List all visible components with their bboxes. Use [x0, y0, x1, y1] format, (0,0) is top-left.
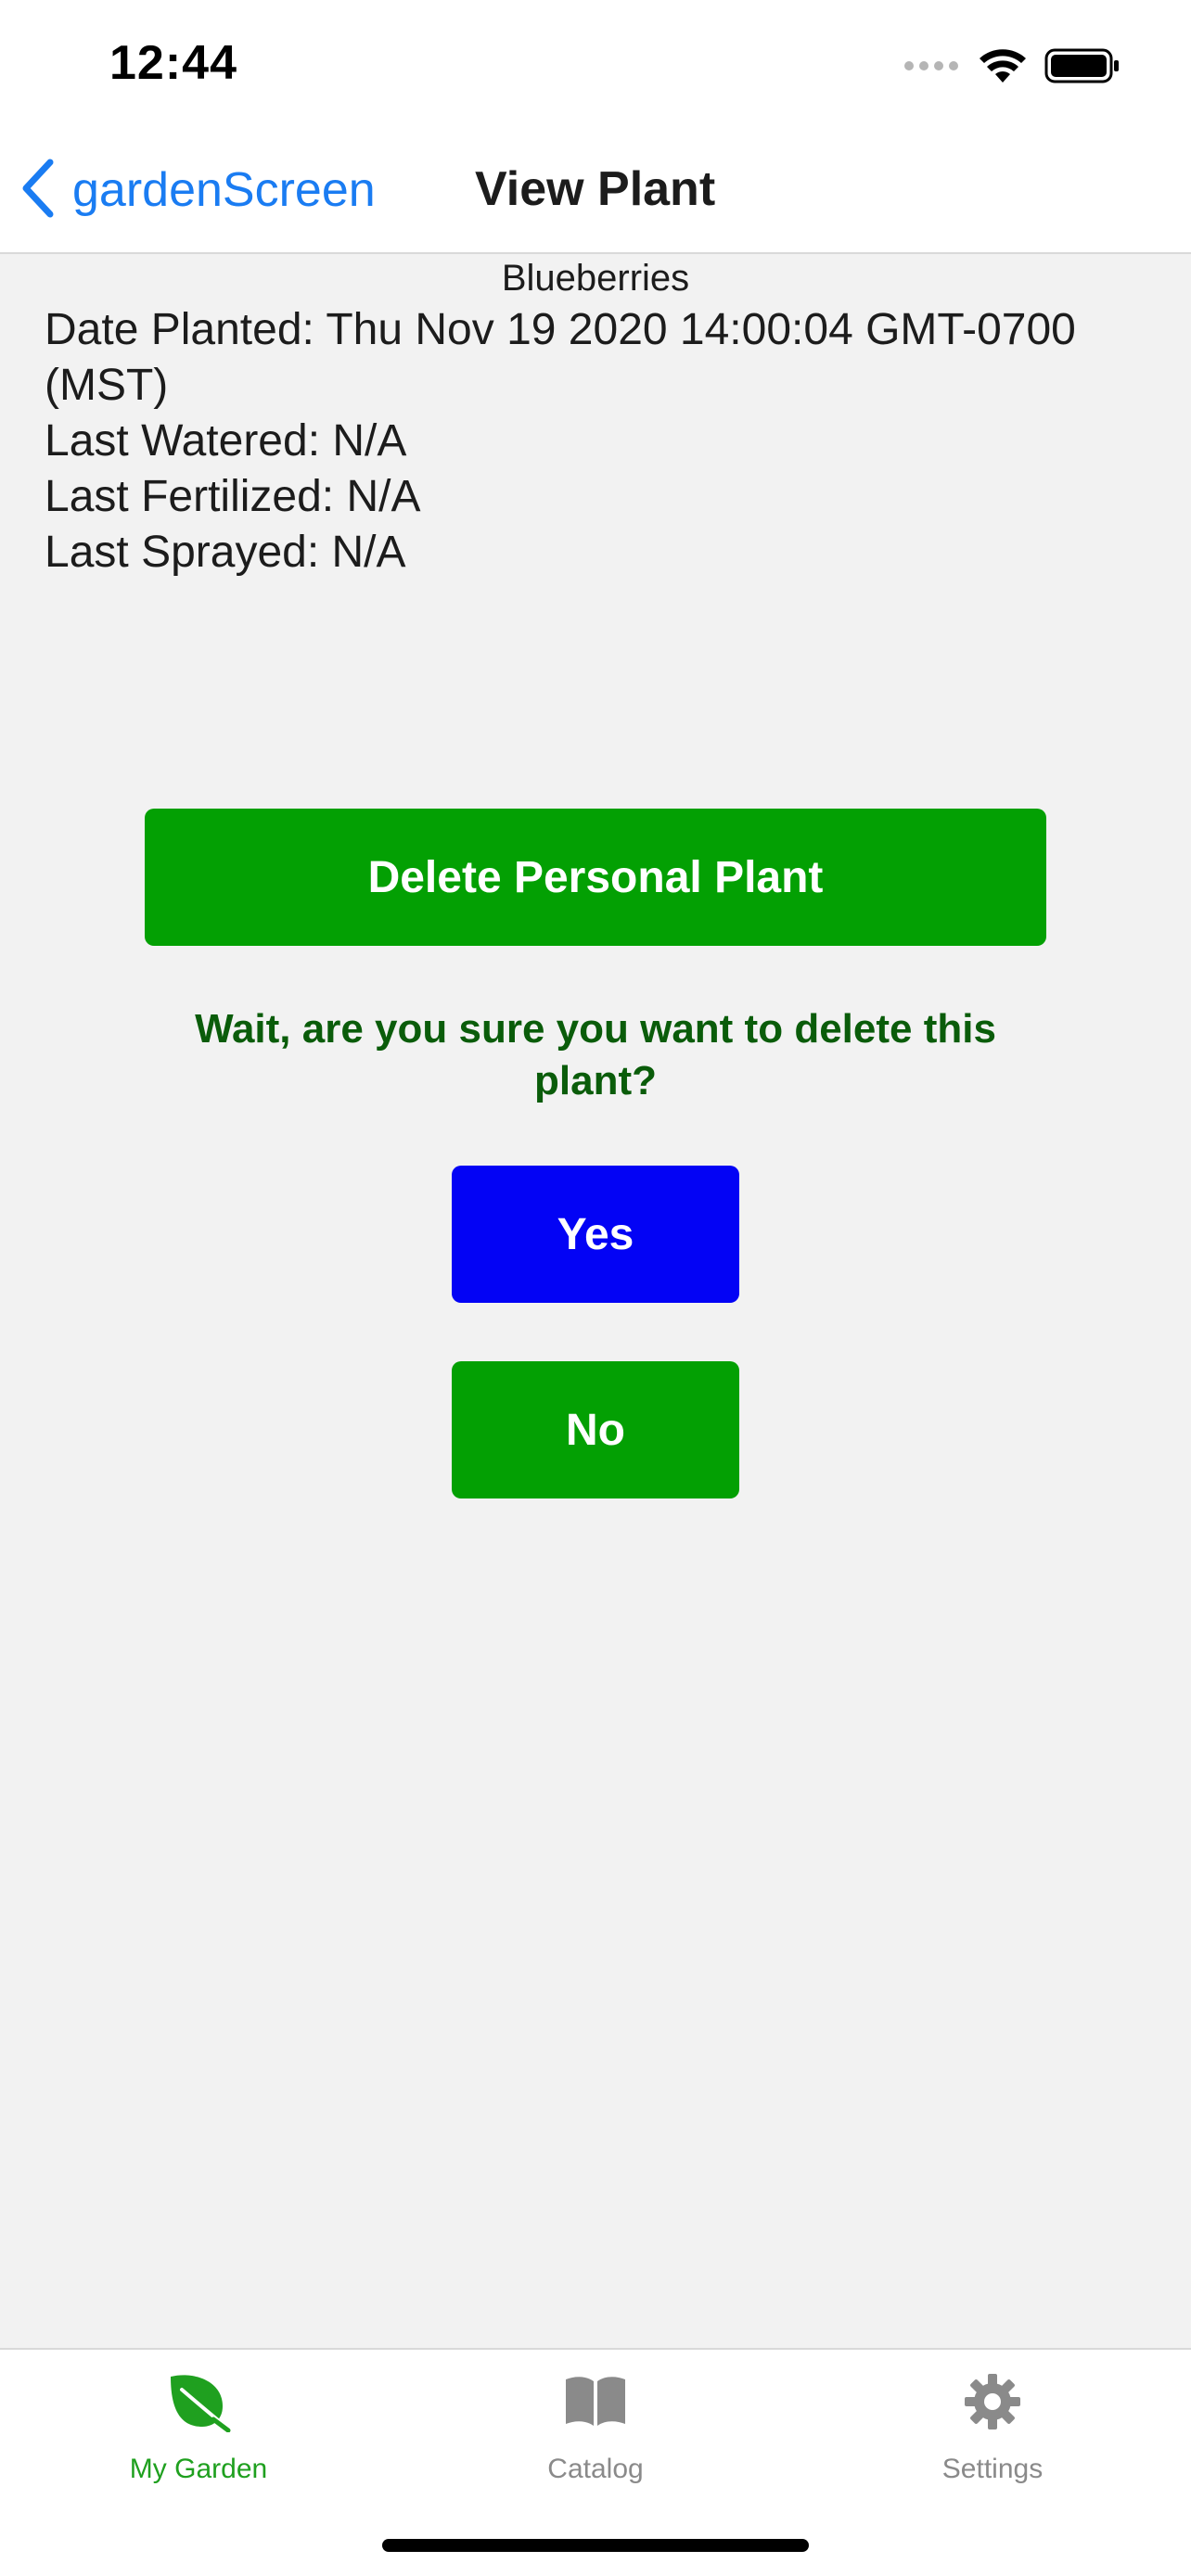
tab-label-my-garden: My Garden — [129, 2454, 268, 2484]
navigation-bar: gardenScreen View Plant — [0, 130, 1191, 254]
status-bar: 12:44 — [0, 0, 1191, 130]
battery-icon — [1044, 47, 1121, 89]
tab-label-settings: Settings — [941, 2454, 1044, 2484]
back-button[interactable]: gardenScreen — [20, 158, 376, 223]
confirm-yes-button[interactable]: Yes — [452, 1166, 739, 1303]
back-label: gardenScreen — [72, 163, 376, 217]
last-watered: Last Watered: N/A — [45, 416, 407, 465]
gear-icon — [955, 2365, 1030, 2439]
delete-plant-button[interactable]: Delete Personal Plant — [145, 809, 1046, 946]
date-planted: Date Planted: Thu Nov 19 2020 14:00:04 G… — [45, 305, 1076, 410]
status-time: 12:44 — [109, 36, 237, 90]
tab-catalog[interactable]: Catalog — [397, 2365, 794, 2504]
tab-my-garden[interactable]: My Garden — [0, 2365, 397, 2504]
plant-name: Blueberries — [501, 258, 690, 299]
cellular-signal-icon — [903, 59, 961, 77]
status-icons — [903, 45, 1121, 91]
plant-details: Blueberries Date Planted: Thu Nov 19 202… — [0, 254, 1191, 580]
page-title: View Plant — [475, 162, 716, 216]
tab-settings[interactable]: Settings — [794, 2365, 1191, 2504]
last-fertilized: Last Fertilized: N/A — [45, 472, 421, 521]
last-sprayed: Last Sprayed: N/A — [45, 528, 406, 577]
wifi-icon — [978, 47, 1028, 89]
confirm-no-button[interactable]: No — [452, 1361, 739, 1498]
home-indicator[interactable] — [382, 2539, 809, 2552]
chevron-left-icon — [20, 159, 58, 223]
book-icon — [558, 2365, 633, 2439]
tab-label-catalog: Catalog — [547, 2454, 644, 2484]
leaf-icon — [161, 2365, 236, 2439]
delete-confirmation-text: Wait, are you sure you want to delete th… — [195, 1006, 996, 1103]
